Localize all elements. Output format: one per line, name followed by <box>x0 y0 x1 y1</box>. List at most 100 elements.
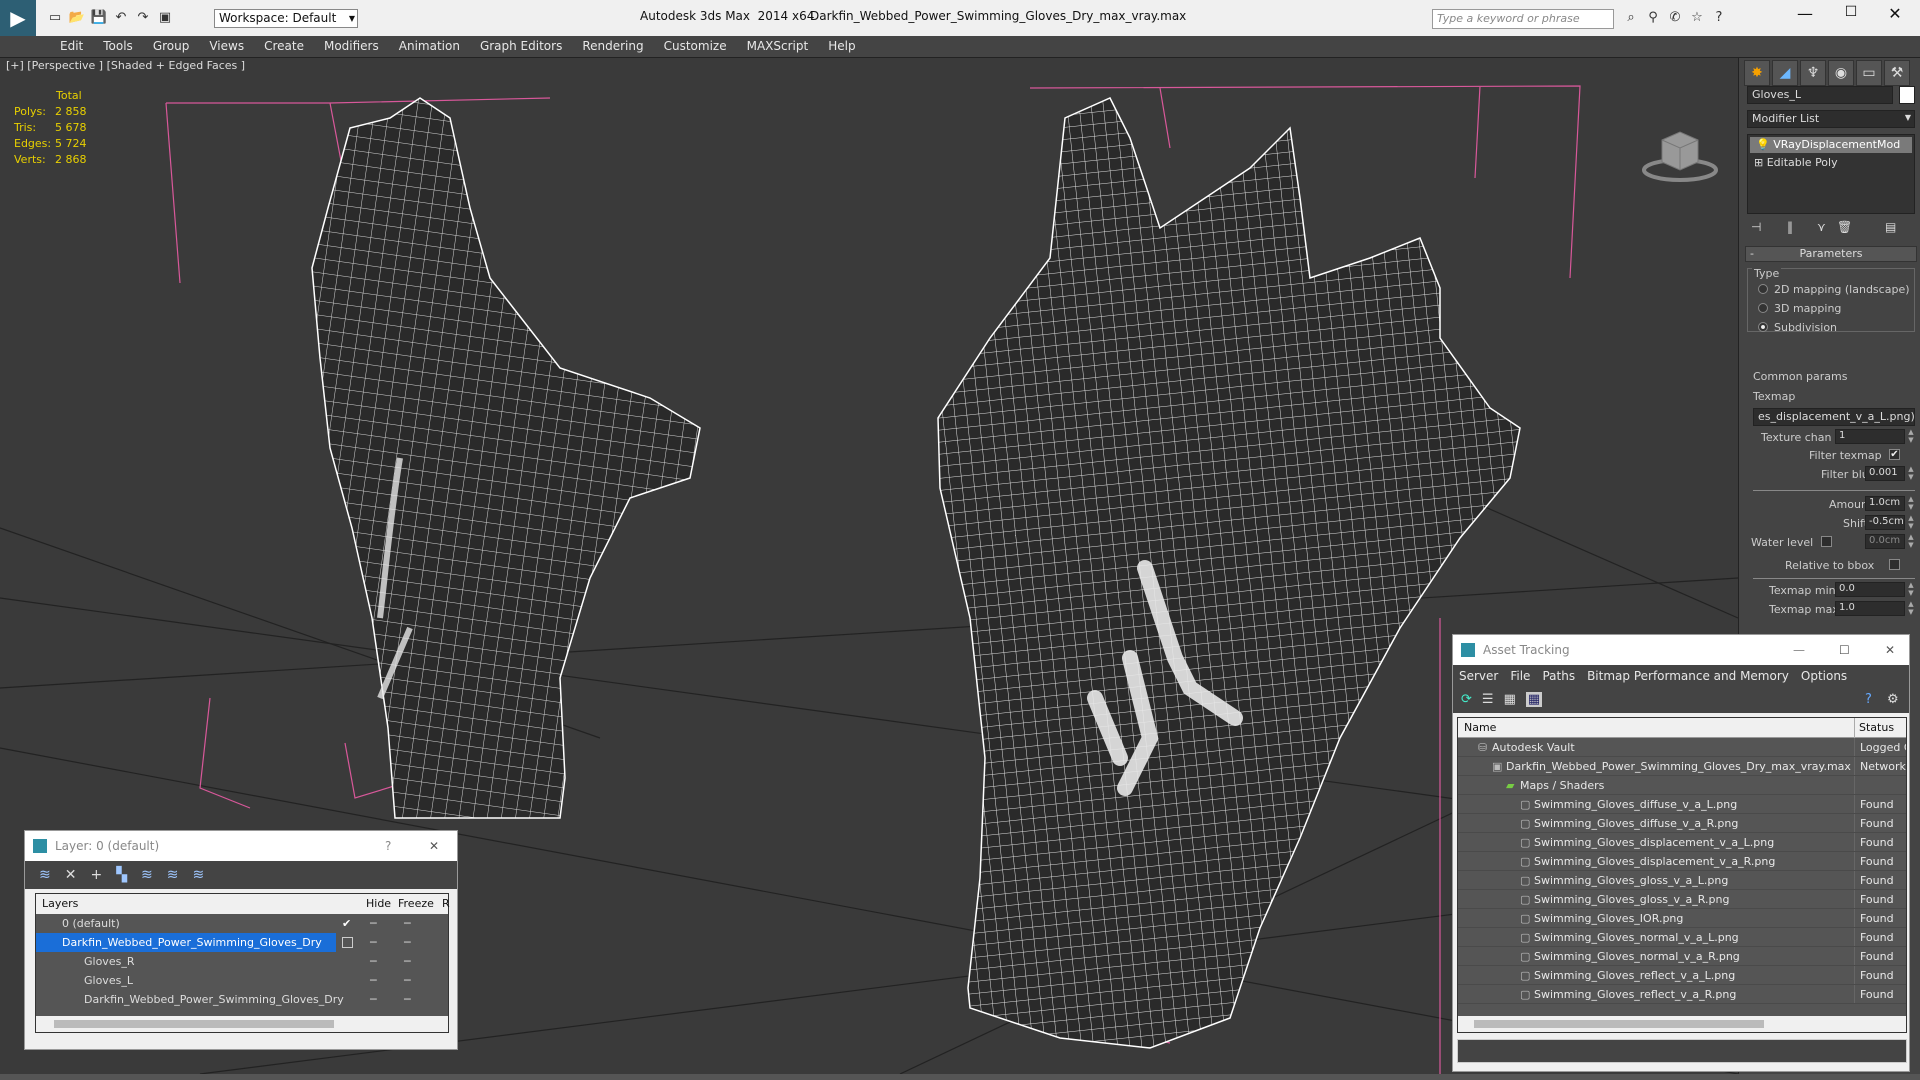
asset-menu-server[interactable]: Server <box>1459 669 1498 683</box>
expand-plus-icon[interactable]: ⊞ <box>1754 156 1763 169</box>
lightbulb-icon[interactable]: 💡 <box>1756 138 1770 151</box>
freeze-toggle[interactable]: ━ <box>404 952 411 971</box>
search-input[interactable]: Type a keyword or phrase <box>1432 9 1614 29</box>
asset-row[interactable]: ⛁ Autodesk Vault Logged O <box>1458 738 1906 757</box>
asset-path-field[interactable] <box>1457 1039 1907 1063</box>
viewport-label[interactable]: [+] [Perspective ] [Shaded + Edged Faces… <box>6 59 245 72</box>
menu-animation[interactable]: Animation <box>389 36 470 58</box>
menu-group[interactable]: Group <box>143 36 200 58</box>
modifier-list-dropdown[interactable]: Modifier List ▼ <box>1747 110 1915 128</box>
asset-menu-bitmap-performance[interactable]: Bitmap Performance and Memory <box>1587 669 1789 683</box>
undo-icon[interactable]: ↶ <box>112 9 130 27</box>
freeze-toggle[interactable]: ━ <box>404 933 411 952</box>
texmap-min-spinner[interactable]: 0.0 <box>1835 582 1905 597</box>
menu-customize[interactable]: Customize <box>654 36 737 58</box>
stack-item-editable-poly[interactable]: ⊞ Editable Poly <box>1748 155 1914 171</box>
freeze-toggle[interactable]: ━ <box>404 990 411 1009</box>
asset-row[interactable]: ▰ Maps / Shaders <box>1458 776 1906 795</box>
filter-blur-spin-arrows[interactable]: ▲ ▼ <box>1907 465 1915 481</box>
column-status[interactable]: Status <box>1854 718 1894 738</box>
asset-row[interactable]: ▢ Swimming_Gloves_normal_v_a_L.png Found <box>1458 928 1906 947</box>
table-view-icon[interactable]: ▦ <box>1504 692 1516 707</box>
communication-icon[interactable]: ✆ <box>1666 9 1684 27</box>
menu-rendering[interactable]: Rendering <box>572 36 653 58</box>
motion-tab-icon[interactable]: ◉ <box>1828 60 1854 86</box>
favorites-star-icon[interactable]: ☆ <box>1688 9 1706 27</box>
make-unique-icon[interactable]: ⋎ <box>1817 220 1826 234</box>
texmap-max-spin-arrows[interactable]: ▲ ▼ <box>1907 600 1915 616</box>
asset-maximize-button[interactable]: ☐ <box>1839 635 1850 665</box>
save-file-icon[interactable]: 💾 <box>90 9 108 27</box>
asset-row[interactable]: ▢ Swimming_Gloves_gloss_v_a_R.png Found <box>1458 890 1906 909</box>
hide-toggle[interactable]: ━ <box>370 971 377 990</box>
close-button[interactable]: ✕ <box>1880 4 1910 28</box>
app-logo-button[interactable]: ▶ <box>0 0 36 36</box>
create-layer-icon[interactable]: ≋ <box>39 867 51 883</box>
asset-menu-options[interactable]: Options <box>1801 669 1847 683</box>
relative-bbox-checkbox[interactable] <box>1889 559 1900 570</box>
amount-spin-arrows[interactable]: ▲ ▼ <box>1907 495 1915 511</box>
menu-tools[interactable]: Tools <box>93 36 143 58</box>
new-file-icon[interactable]: ▭ <box>46 9 64 27</box>
asset-row[interactable]: ▢ Swimming_Gloves_normal_v_a_R.png Found <box>1458 947 1906 966</box>
water-level-checkbox[interactable] <box>1821 536 1832 547</box>
texmap-button[interactable]: es_displacement_v_a_L.png) <box>1753 408 1915 426</box>
asset-list-scrollbar[interactable] <box>1458 1016 1906 1032</box>
highlight-selected-icon[interactable]: ≋ <box>141 867 153 883</box>
configure-modifier-sets-icon[interactable]: ▤ <box>1885 220 1896 234</box>
asset-menu-paths[interactable]: Paths <box>1542 669 1575 683</box>
asset-row[interactable]: ▢ Swimming_Gloves_IOR.png Found <box>1458 909 1906 928</box>
asset-help-icon[interactable]: ? <box>1865 687 1872 713</box>
hierarchy-tab-icon[interactable]: ♆ <box>1800 60 1826 86</box>
hide-all-layers-icon[interactable]: ≋ <box>167 867 179 883</box>
layer-object-darkfin[interactable]: Darkfin_Webbed_Power_Swimming_Gloves_Dry… <box>36 990 448 1009</box>
open-file-icon[interactable]: 📂 <box>68 9 86 27</box>
layer-window-close-button[interactable]: ✕ <box>429 831 439 861</box>
menu-create[interactable]: Create <box>254 36 314 58</box>
layer-object-gloves-r[interactable]: Gloves_R ━ ━ <box>36 952 448 971</box>
hide-toggle[interactable]: ━ <box>370 914 377 933</box>
column-name[interactable]: Name <box>1464 718 1496 738</box>
grid-view-icon[interactable]: ▦ <box>1525 692 1543 707</box>
asset-window-titlebar[interactable]: Asset Tracking — ☐ ✕ <box>1453 635 1909 665</box>
asset-row[interactable]: ▢ Swimming_Gloves_reflect_v_a_L.png Found <box>1458 966 1906 985</box>
asset-row[interactable]: ▢ Swimming_Gloves_reflect_v_a_R.png Found <box>1458 985 1906 1004</box>
asset-menu-file[interactable]: File <box>1510 669 1530 683</box>
asset-row[interactable]: ▢ Swimming_Gloves_displacement_v_a_L.png F… <box>1458 833 1906 852</box>
menu-modifiers[interactable]: Modifiers <box>314 36 389 58</box>
freeze-all-layers-icon[interactable]: ≋ <box>192 867 204 883</box>
binoculars-icon[interactable]: ⌕ <box>1622 9 1640 27</box>
asset-row[interactable]: ▣ Darkfin_Webbed_Power_Swimming_Gloves_Dr… <box>1458 757 1906 776</box>
refresh-icon[interactable]: ⟳ <box>1461 692 1472 707</box>
water-level-spinner[interactable]: 0.0cm <box>1865 534 1905 549</box>
radio-subdivision[interactable]: Subdivision <box>1758 321 1837 334</box>
hide-toggle[interactable]: ━ <box>370 933 377 952</box>
freeze-toggle[interactable]: ━ <box>404 971 411 990</box>
texmap-max-spinner[interactable]: 1.0 <box>1835 601 1905 616</box>
menu-views[interactable]: Views <box>199 36 254 58</box>
stack-item-vraydisplacement[interactable]: 💡 VRayDisplacementMod <box>1750 137 1912 153</box>
layer-list-scrollbar[interactable] <box>36 1016 448 1032</box>
layer-row-darkfin[interactable]: Darkfin_Webbed_Power_Swimming_Gloves_Dry… <box>36 933 448 952</box>
remove-modifier-icon[interactable]: 🗑 <box>1837 220 1852 234</box>
hide-toggle[interactable]: ━ <box>370 952 377 971</box>
asset-minimize-button[interactable]: — <box>1793 635 1805 665</box>
radio-dot[interactable] <box>1758 303 1768 313</box>
modify-tab-icon[interactable]: ◢ <box>1772 60 1798 86</box>
asset-row[interactable]: ▢ Swimming_Gloves_diffuse_v_a_R.png Found <box>1458 814 1906 833</box>
help-icon[interactable]: ? <box>1710 9 1728 27</box>
add-selected-icon[interactable]: + <box>90 867 102 883</box>
filter-texmap-checkbox[interactable]: ✔ <box>1889 449 1900 460</box>
shift-spin-arrows[interactable]: ▲ ▼ <box>1907 514 1915 530</box>
column-hide[interactable]: Hide <box>366 894 391 914</box>
column-layers[interactable]: Layers <box>42 894 78 914</box>
parameters-rollout-header[interactable]: - Parameters <box>1745 246 1917 262</box>
object-name-field[interactable]: Gloves_L <box>1747 86 1893 104</box>
layer-window-help-button[interactable]: ? <box>385 831 391 861</box>
object-color-swatch[interactable] <box>1899 86 1915 104</box>
show-end-result-icon[interactable]: ‖ <box>1787 220 1793 234</box>
create-tab-icon[interactable]: ✸ <box>1744 60 1770 86</box>
asset-close-button[interactable]: ✕ <box>1885 635 1895 665</box>
layer-row-default[interactable]: 0 (default) ✔ ━ ━ <box>36 914 448 933</box>
workspace-dropdown[interactable]: Workspace: Default ▼ <box>214 9 358 28</box>
